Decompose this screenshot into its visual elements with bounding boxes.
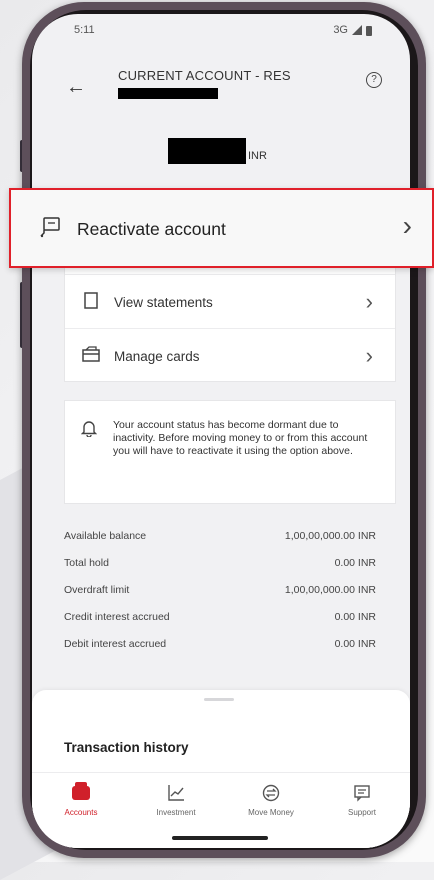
detail-value: 1,00,00,000.00 INR: [284, 530, 376, 542]
nav-item-label: Move Money: [248, 808, 294, 817]
account-details: Available balance 1,00,00,000.00 INR Tot…: [32, 524, 410, 659]
nav-item-label: Support: [347, 808, 377, 817]
signal-icon: [352, 25, 362, 35]
detail-row: Available balance 1,00,00,000.00 INR: [32, 524, 410, 551]
arrow-left-icon[interactable]: ←: [66, 76, 86, 99]
chevron-right-icon: ›: [402, 210, 412, 241]
dormant-notice-card: Your account status has become dormant d…: [64, 400, 396, 504]
detail-value: 0.00 INR: [334, 638, 376, 650]
detail-row: Credit interest accrued 0.00 INR: [32, 605, 410, 632]
chevron-right-icon: ›: [365, 289, 373, 314]
phone-screen: 5:11 3G ← CURRENT ACCOUNT - RES ? INR Vi…: [32, 14, 410, 848]
detail-value: 0.00 INR: [334, 611, 376, 623]
status-bar: 5:11 3G: [32, 14, 410, 44]
detail-label: Total hold: [64, 557, 109, 569]
detail-label: Debit interest accrued: [64, 638, 167, 650]
reactivate-account-button[interactable]: Reactivate account ›: [9, 188, 434, 268]
wallet-icon: [72, 782, 90, 800]
nav-item-support[interactable]: Support: [322, 781, 402, 817]
home-indicator: [172, 836, 268, 840]
detail-row: Debit interest accrued 0.00 INR: [32, 632, 410, 659]
balance-currency: INR: [248, 150, 267, 162]
nav-item-label: Investment: [156, 808, 196, 817]
status-time: 5:11: [74, 24, 95, 36]
bell-icon: [80, 419, 98, 442]
card-icon: [82, 346, 100, 366]
drag-handle[interactable]: [204, 698, 234, 701]
redacted-account-number: [118, 88, 218, 99]
chat-icon: [354, 785, 370, 802]
detail-row: Overdraft limit 1,00,00,000.00 INR: [32, 578, 410, 605]
battery-icon: [366, 25, 372, 36]
menu-item-label: View statements: [114, 294, 213, 310]
detail-label: Credit interest accrued: [64, 611, 170, 623]
detail-label: Available balance: [64, 530, 147, 542]
transaction-history-title: Transaction history: [64, 740, 189, 755]
menu-item-label: Manage cards: [114, 348, 200, 364]
detail-value: 0.00 INR: [334, 557, 376, 569]
reactivate-account-label: Reactivate account: [77, 219, 226, 239]
nav-item-label: Accounts: [64, 808, 98, 817]
currency-exchange-icon: [262, 784, 280, 802]
app-bar: ← CURRENT ACCOUNT - RES ?: [32, 44, 410, 108]
redacted-balance: [168, 138, 246, 164]
page-title: CURRENT ACCOUNT - RES: [118, 68, 291, 83]
detail-value: 1,00,00,000.00 INR: [284, 584, 376, 596]
network-type: 3G: [333, 24, 348, 36]
notice-text: Your account status has become dormant d…: [113, 419, 368, 457]
document-icon: [82, 291, 100, 313]
nav-item-move-money[interactable]: Move Money: [231, 781, 311, 817]
chevron-right-icon: ›: [365, 343, 373, 368]
balance-display: INR: [168, 138, 267, 164]
chart-icon: [168, 785, 184, 801]
reactivate-account-icon: [39, 216, 61, 244]
status-indicators: 3G: [333, 24, 372, 36]
detail-row: Total hold 0.00 INR: [32, 551, 410, 578]
menu-item-manage-cards[interactable]: Manage cards ›: [65, 328, 395, 383]
detail-label: Overdraft limit: [64, 584, 130, 596]
nav-item-investment[interactable]: Investment: [136, 781, 216, 817]
nav-item-accounts[interactable]: Accounts: [41, 781, 121, 817]
menu-item-view-statements[interactable]: View statements ›: [65, 274, 395, 329]
help-circle-icon[interactable]: ?: [366, 72, 382, 88]
